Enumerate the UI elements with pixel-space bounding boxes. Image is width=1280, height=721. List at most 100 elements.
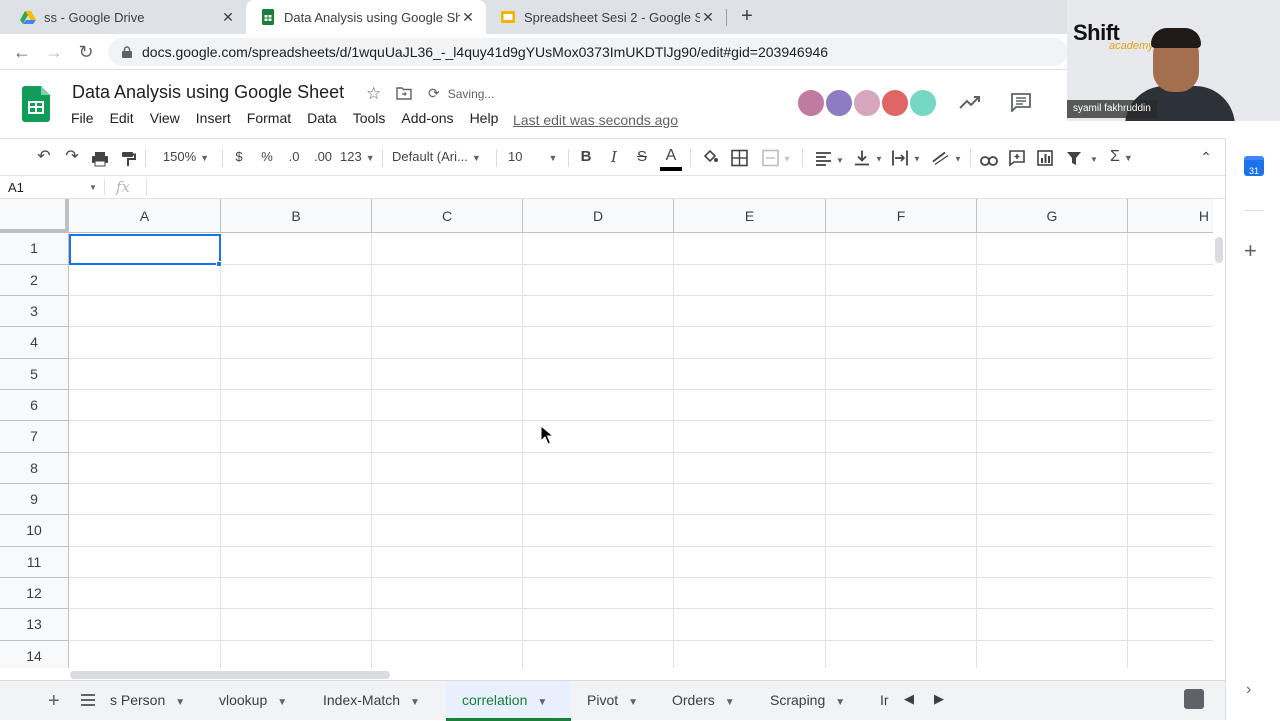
scroll-tabs-left-icon[interactable]: ◀ xyxy=(904,691,914,707)
new-tab-button[interactable]: + xyxy=(736,6,758,28)
menu-data[interactable]: Data xyxy=(299,110,345,130)
font-size-select[interactable]: 10 ▼ xyxy=(508,147,562,167)
star-icon[interactable]: ☆ xyxy=(366,84,381,104)
row-header[interactable]: 13 xyxy=(0,609,69,641)
vertical-align-icon[interactable]: ▼ xyxy=(854,148,884,168)
scrollbar-thumb[interactable] xyxy=(1215,237,1223,263)
sheet-tab-vlookup[interactable]: vlookup ▼ xyxy=(203,681,306,721)
menu-edit[interactable]: Edit xyxy=(102,110,142,130)
avatar[interactable] xyxy=(852,88,882,118)
all-sheets-icon[interactable] xyxy=(80,693,96,707)
row-header[interactable]: 9 xyxy=(0,484,69,515)
font-family-select[interactable]: Default (Ari... ▼ xyxy=(392,147,487,167)
column-header[interactable]: G xyxy=(977,199,1128,233)
sheet-tab-partial[interactable]: Ir xyxy=(864,681,890,721)
add-sheet-button[interactable]: + xyxy=(48,690,60,713)
browser-tab-sheets[interactable]: Data Analysis using Google Shee ✕ xyxy=(246,0,486,34)
redo-icon[interactable]: ↷ xyxy=(62,147,82,167)
menu-file[interactable]: File xyxy=(63,110,102,130)
document-title[interactable]: Data Analysis using Google Sheet xyxy=(72,82,344,103)
comment-icon[interactable] xyxy=(1010,92,1032,112)
forward-icon[interactable]: → xyxy=(44,42,64,62)
reload-icon[interactable]: ↻ xyxy=(76,42,96,62)
explore-icon[interactable] xyxy=(1184,689,1204,709)
row-header[interactable]: 3 xyxy=(0,296,69,327)
row-header[interactable]: 7 xyxy=(0,421,69,453)
menu-addons[interactable]: Add-ons xyxy=(393,110,461,130)
row-header[interactable]: 8 xyxy=(0,453,69,484)
insert-comment-icon[interactable] xyxy=(1009,148,1025,168)
collapse-toolbar-icon[interactable]: ⌃ xyxy=(1196,147,1216,167)
row-header[interactable]: 14 xyxy=(0,641,69,668)
zoom-select[interactable]: 150% ▼ xyxy=(155,147,217,167)
menu-format[interactable]: Format xyxy=(239,110,299,130)
scroll-tabs-right-icon[interactable]: ▶ xyxy=(934,691,944,707)
insert-chart-icon[interactable] xyxy=(1037,148,1053,168)
scrollbar-thumb[interactable] xyxy=(70,671,390,679)
selected-cell-a1[interactable] xyxy=(69,234,221,265)
sheet-tab-correlation[interactable]: correlation ▼ xyxy=(446,681,571,721)
column-header[interactable]: D xyxy=(523,199,674,233)
column-header[interactable]: C xyxy=(372,199,523,233)
print-icon[interactable] xyxy=(91,149,109,169)
column-header[interactable]: E xyxy=(674,199,826,233)
url-field[interactable]: docs.google.com/spreadsheets/d/1wquUaJL3… xyxy=(108,38,1068,66)
chevron-right-icon[interactable]: › xyxy=(1246,681,1251,699)
vertical-scrollbar[interactable] xyxy=(1213,233,1225,668)
sheet-tab-pivot[interactable]: Pivot ▼ xyxy=(571,681,655,721)
row-header[interactable]: 11 xyxy=(0,547,69,578)
borders-icon[interactable] xyxy=(731,148,748,168)
browser-tab-slides[interactable]: Spreadsheet Sesi 2 - Google Slid ✕ xyxy=(486,0,726,34)
merge-cells-icon[interactable]: ▼ xyxy=(762,148,792,168)
sheet-tab-index-match[interactable]: Index-Match ▼ xyxy=(307,681,445,721)
activity-trend-icon[interactable] xyxy=(958,92,982,112)
currency-format-button[interactable]: $ xyxy=(231,147,247,167)
functions-button[interactable]: Σ ▼ xyxy=(1110,147,1142,167)
italic-button[interactable]: I xyxy=(606,147,622,167)
chevron-down-icon[interactable]: ▼ xyxy=(89,183,97,192)
horizontal-align-icon[interactable]: ▼ xyxy=(815,149,845,169)
text-rotation-icon[interactable]: ▼ xyxy=(931,148,963,168)
bold-button[interactable]: B xyxy=(578,147,594,167)
sheet-tab-orders[interactable]: Orders ▼ xyxy=(656,681,753,721)
fill-handle[interactable] xyxy=(216,261,222,267)
menu-help[interactable]: Help xyxy=(462,110,507,130)
percent-format-button[interactable]: % xyxy=(258,147,276,167)
column-header[interactable]: B xyxy=(221,199,372,233)
add-addon-button[interactable]: + xyxy=(1244,238,1257,264)
column-header[interactable]: H xyxy=(1128,199,1213,233)
row-header[interactable]: 2 xyxy=(0,265,69,296)
filter-icon[interactable]: ▼ xyxy=(1066,149,1104,169)
close-icon[interactable]: ✕ xyxy=(220,9,236,26)
fill-color-icon[interactable] xyxy=(701,148,719,168)
horizontal-scrollbar[interactable] xyxy=(0,668,1225,680)
close-icon[interactable]: ✕ xyxy=(700,9,716,26)
last-edit-link[interactable]: Last edit was seconds ago xyxy=(513,112,678,128)
row-header[interactable]: 10 xyxy=(0,515,69,547)
move-folder-icon[interactable] xyxy=(396,86,412,100)
row-header[interactable]: 5 xyxy=(0,359,69,390)
menu-tools[interactable]: Tools xyxy=(345,110,394,130)
row-header[interactable]: 4 xyxy=(0,327,69,359)
sheet-tab-person[interactable]: s Person ▼ xyxy=(96,681,202,721)
more-formats-button[interactable]: 123 ▼ xyxy=(340,147,375,167)
text-color-button[interactable]: A xyxy=(660,147,682,171)
increase-decimal-button[interactable]: .00 xyxy=(311,147,335,167)
menu-view[interactable]: View xyxy=(142,110,188,130)
sheet-tab-scraping[interactable]: Scraping ▼ xyxy=(754,681,864,721)
text-wrapping-icon[interactable]: ▼ xyxy=(892,148,922,168)
formula-input[interactable] xyxy=(150,176,1210,198)
browser-tab-drive[interactable]: ss - Google Drive ✕ xyxy=(6,0,246,34)
google-sheets-logo-icon[interactable] xyxy=(22,86,50,122)
avatar[interactable] xyxy=(796,88,826,118)
calendar-icon[interactable]: 31 xyxy=(1244,156,1264,176)
close-icon[interactable]: ✕ xyxy=(460,9,476,26)
column-header[interactable]: A xyxy=(69,199,221,233)
undo-icon[interactable]: ↶ xyxy=(34,147,54,167)
strikethrough-button[interactable]: S xyxy=(634,147,650,167)
row-header[interactable]: 12 xyxy=(0,578,69,609)
paint-format-icon[interactable] xyxy=(120,149,136,169)
avatar[interactable] xyxy=(824,88,854,118)
insert-link-icon[interactable] xyxy=(980,151,998,171)
column-header[interactable]: F xyxy=(826,199,977,233)
